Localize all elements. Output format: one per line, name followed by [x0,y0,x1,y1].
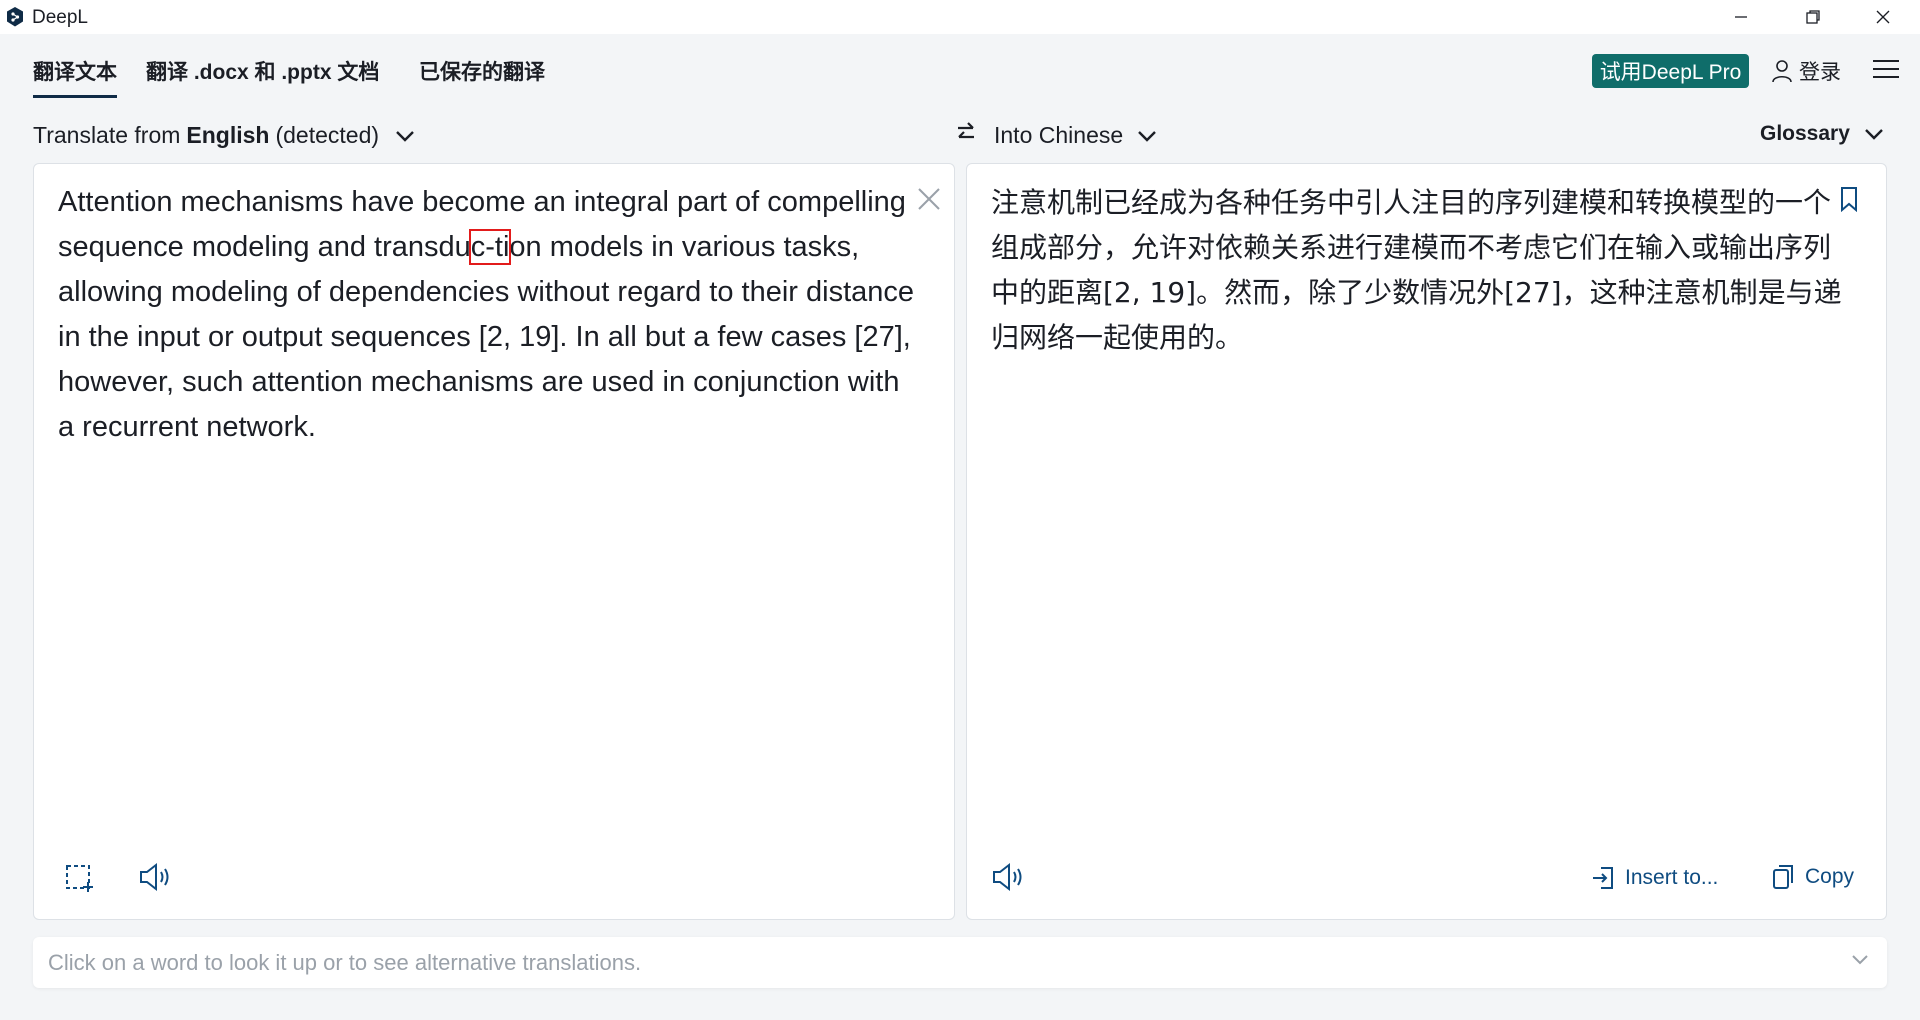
highlighted-selection: c-ti [468,229,512,265]
glossary-label: Glossary [1760,122,1850,145]
hamburger-menu-icon[interactable] [1872,58,1900,80]
window-title: DeepL [32,7,88,28]
speaker-icon[interactable] [991,861,1027,893]
copy-icon [1773,865,1793,889]
chevron-down-icon [396,130,414,142]
chevron-down-icon [1138,130,1157,142]
insert-icon [1593,867,1613,889]
tab-saved-translations[interactable]: 已保存的翻译 [419,56,545,86]
source-text-panel[interactable]: Attention mechanisms have become an inte… [33,163,955,920]
source-language: English [186,122,270,148]
deepl-logo-icon [7,7,23,27]
bookmark-icon[interactable] [1838,186,1860,212]
language-bar: Translate from English (detected) Into C… [0,112,1920,158]
target-language-selector[interactable]: Into Chinese [994,122,1157,149]
try-pro-button[interactable]: 试用DeepL Pro [1592,54,1749,88]
tab-translate-documents[interactable]: 翻译 .docx 和 .pptx 文档 [146,56,379,86]
image-select-icon[interactable] [64,863,94,893]
source-text-input[interactable]: Attention mechanisms have become an inte… [58,180,918,450]
restore-button[interactable] [1778,0,1848,34]
swap-languages-icon[interactable] [955,120,977,146]
dictionary-hint-bar[interactable]: Click on a word to look it up or to see … [33,937,1887,988]
close-button[interactable] [1848,0,1918,34]
glossary-dropdown[interactable]: Glossary [1760,122,1884,146]
copy-label: Copy [1805,865,1855,888]
source-language-selector[interactable]: Translate from English (detected) [33,122,415,149]
tab-translate-text[interactable]: 翻译文本 [33,56,117,98]
insert-to-label: Insert to... [1625,866,1719,889]
login-button[interactable]: 登录 [1771,56,1841,86]
chevron-down-icon [1865,129,1883,140]
login-label: 登录 [1799,61,1841,84]
title-bar: DeepL [0,0,1920,34]
chevron-down-icon[interactable] [1851,954,1869,966]
translated-text[interactable]: 注意机制已经成为各种任务中引人注目的序列建模和转换模型的一个组成部分，允许对依赖… [991,180,1851,360]
minimize-icon [1735,16,1747,18]
target-language: Chinese [1038,122,1124,148]
copy-button[interactable]: Copy [1771,863,1854,891]
restore-icon [1806,10,1820,24]
from-prefix: Translate from [33,122,181,148]
to-label: Into Chinese [994,122,1123,149]
detected-label: (detected) [275,122,380,148]
minimize-button[interactable] [1706,0,1776,34]
speaker-icon[interactable] [138,861,174,893]
translation-panel: 注意机制已经成为各种任务中引人注目的序列建模和转换模型的一个组成部分，允许对依赖… [966,163,1887,920]
user-icon [1772,60,1792,83]
insert-to-button[interactable]: Insert to... [1591,865,1718,891]
close-icon [1876,10,1890,24]
dictionary-hint-text: Click on a word to look it up or to see … [48,950,642,975]
clear-text-icon[interactable] [916,186,942,212]
top-navigation: 翻译文本 翻译 .docx 和 .pptx 文档 已保存的翻译 试用DeepL … [0,34,1920,98]
to-prefix: Into [994,122,1033,148]
